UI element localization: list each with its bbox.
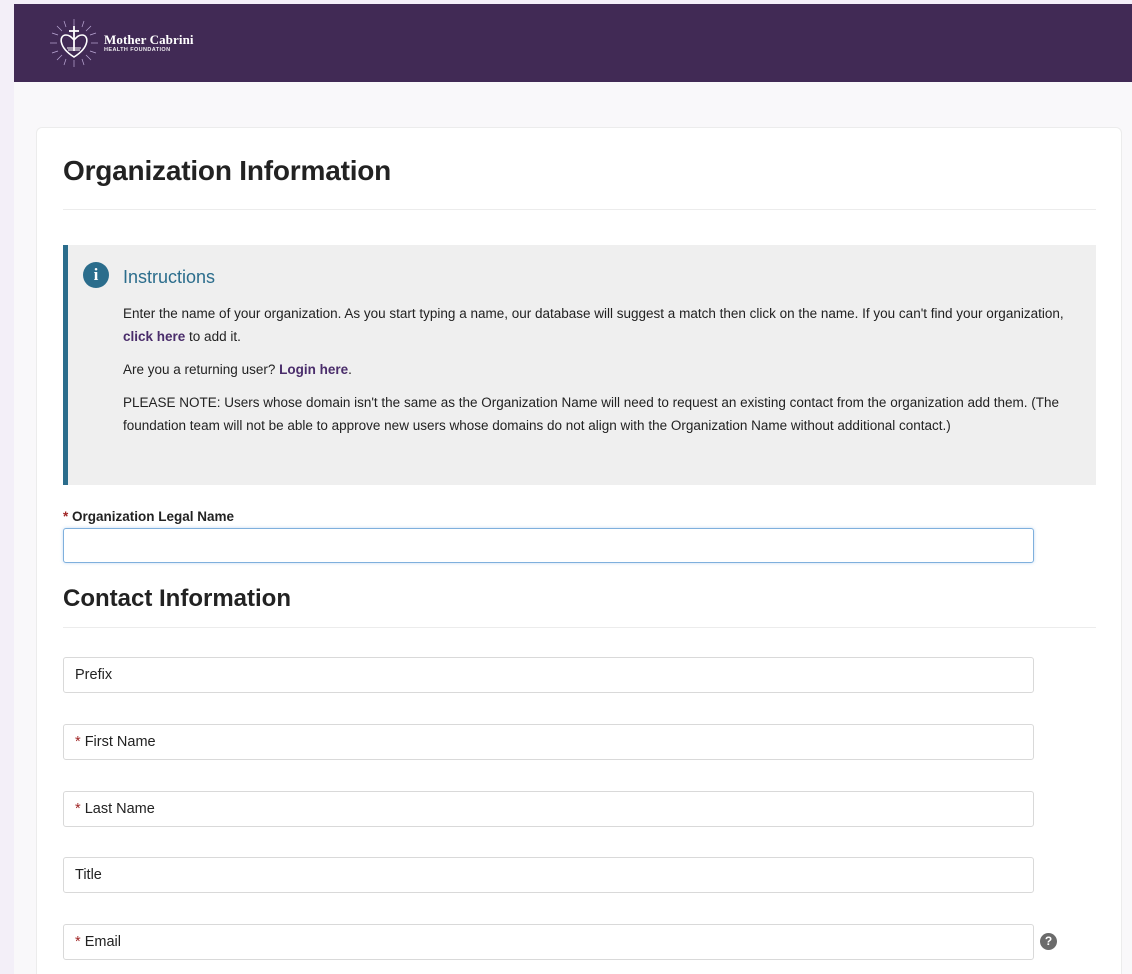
instructions-body: Enter the name of your organization. As … (123, 302, 1083, 447)
last-name-label: Last Name (84, 801, 155, 817)
heart-cross-logo-icon (50, 19, 98, 67)
email-field[interactable]: * Email (63, 924, 1034, 960)
logo-text: Mother Cabrini HEALTH FOUNDATION (104, 33, 194, 54)
required-marker: * (75, 734, 81, 750)
site-logo[interactable]: Mother Cabrini HEALTH FOUNDATION (48, 16, 194, 70)
add-organization-link[interactable]: click here (123, 329, 185, 344)
instructions-title: Instructions (123, 267, 216, 287)
org-legal-name-label: * Organization Legal Name (63, 509, 234, 524)
info-icon: i (83, 262, 109, 288)
logo-subtitle: HEALTH FOUNDATION (104, 46, 171, 53)
title-label: Title (75, 867, 102, 883)
prefix-field[interactable]: Prefix (63, 657, 1034, 693)
required-marker: * (63, 509, 69, 524)
required-marker: * (75, 801, 81, 817)
prefix-label: Prefix (75, 667, 113, 683)
returning-user-text: Are you a returning user? (123, 362, 280, 377)
logo-name: Mother Cabrini (104, 31, 194, 47)
returning-user-punct: . (348, 362, 352, 377)
title-divider (63, 209, 1096, 210)
instructions-text: to add it. (185, 329, 241, 344)
header-bar: Mother Cabrini HEALTH FOUNDATION (14, 4, 1132, 82)
returning-user-paragraph: Are you a returning user? Login here. (123, 358, 1083, 381)
contact-divider (63, 627, 1096, 628)
contact-section-title: Contact Information (63, 585, 291, 612)
required-marker: * (75, 934, 81, 950)
login-link[interactable]: Login here (279, 362, 348, 377)
org-legal-name-input[interactable] (63, 528, 1034, 563)
first-name-field[interactable]: * First Name (63, 724, 1034, 760)
domain-note: PLEASE NOTE: Users whose domain isn't th… (123, 395, 1060, 433)
question-circle-icon[interactable]: ? (1040, 933, 1057, 950)
title-field[interactable]: Title (63, 857, 1034, 893)
instructions-panel: i Instructions Enter the name of your or… (63, 245, 1096, 485)
instructions-paragraph: Enter the name of your organization. As … (123, 302, 1083, 348)
first-name-label: First Name (84, 734, 156, 750)
email-label: Email (84, 934, 121, 950)
org-legal-name-label-text: Organization Legal Name (72, 509, 235, 524)
instructions-text: Enter the name of your organization. As … (123, 306, 1064, 321)
page-title: Organization Information (63, 155, 392, 186)
last-name-field[interactable]: * Last Name (63, 791, 1034, 827)
